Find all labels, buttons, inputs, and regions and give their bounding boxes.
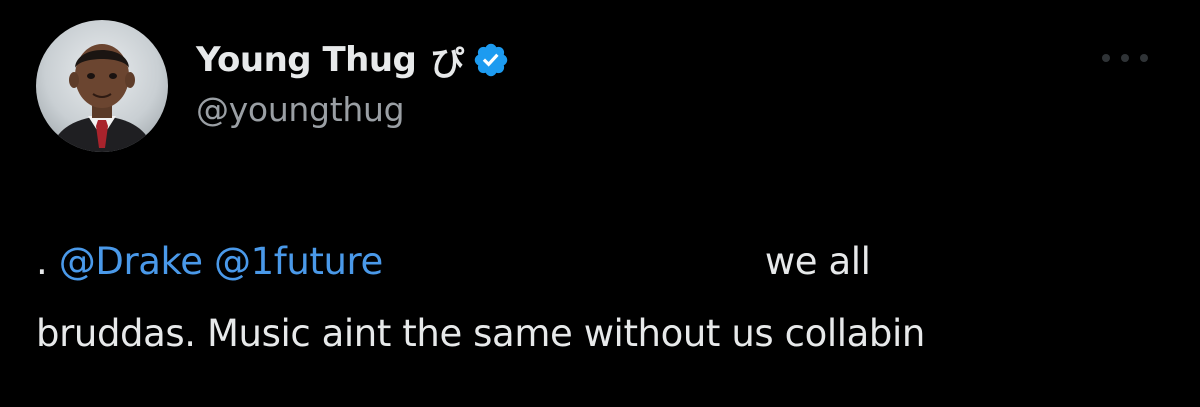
mention-1future-link[interactable]: @1future [214, 240, 383, 283]
name-emoji: ぴ [430, 43, 465, 84]
more-dot [1140, 54, 1148, 62]
avatar[interactable] [36, 20, 168, 152]
avatar-image [50, 44, 154, 152]
tweet-header: Young Thug ぴ @youngthug [196, 36, 510, 129]
user-handle[interactable]: @youngthug [196, 90, 510, 129]
more-dot [1121, 54, 1129, 62]
more-dot [1102, 54, 1110, 62]
tweet-card: Young Thug ぴ @youngthug . @Drake @1futur… [0, 0, 1200, 407]
tweet-text-line-1-tail: we all [764, 240, 871, 283]
tweet-text-line-1: . @Drake @1future we all [36, 226, 1176, 298]
display-name[interactable]: Young Thug [196, 40, 417, 80]
name-row: Young Thug ぴ [196, 36, 510, 84]
tweet-text: . @Drake @1future we all bruddas. Music a… [36, 226, 1176, 370]
tweet-text-line-2: bruddas. Music aint the same without us … [36, 312, 925, 355]
mention-drake-link[interactable]: @Drake [59, 240, 203, 283]
more-options-icon[interactable] [1102, 48, 1148, 68]
verified-badge-icon[interactable] [472, 41, 510, 79]
tweet-lead: . [36, 240, 48, 283]
